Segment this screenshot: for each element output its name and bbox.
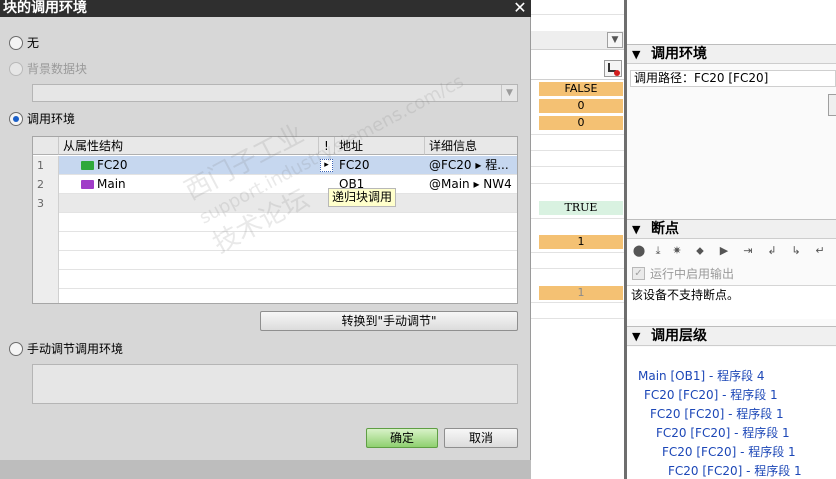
radio-background-db-label: 背景数据块 <box>27 62 88 76</box>
breakpoints-panel-title: 断点 <box>651 221 679 237</box>
step-out-icon[interactable]: ↳ <box>789 244 803 257</box>
breakpoint-run-icon[interactable]: ▶ <box>717 244 731 257</box>
chevron-down-icon[interactable]: ▼ <box>632 220 640 239</box>
table-row[interactable]: 1 FC20 ▸ FC20 @FC20 ▸ 程... <box>33 156 517 175</box>
table-row[interactable]: 3 <box>33 194 517 213</box>
row-number: 3 <box>33 194 59 213</box>
manual-call-env-field <box>32 364 518 404</box>
call-hierarchy-panel-header[interactable]: ▼ 调用层级 <box>627 326 836 346</box>
breakpoint-message: 该设备不支持断点。 <box>631 288 740 302</box>
radio-none-label: 无 <box>27 36 40 50</box>
table-row-empty <box>33 270 517 289</box>
row-name: Main <box>97 177 126 191</box>
convert-to-manual-button[interactable]: 转换到"手动调节" <box>260 311 518 331</box>
chevron-down-icon[interactable]: ▼ <box>632 45 640 64</box>
editor-tool-strip <box>531 58 625 80</box>
column-header-flag[interactable]: ! <box>319 137 335 155</box>
editor-toolbar: ▼ <box>531 31 625 50</box>
monitor-value: FALSE <box>539 82 623 96</box>
panel-edge-button[interactable] <box>828 94 836 116</box>
breakpoint-clear-icon[interactable]: ✷ <box>670 244 684 257</box>
row-number: 2 <box>33 175 59 194</box>
step-return-icon[interactable]: ↵ <box>813 244 827 257</box>
chevron-down-icon[interactable]: ▼ <box>632 327 640 346</box>
monitor-value: 0 <box>539 99 623 113</box>
radio-call-env-label: 调用环境 <box>27 112 76 126</box>
hierarchy-link[interactable]: FC20 [FC20] - 程序段 1 <box>668 464 802 478</box>
monitor-toggle-icon[interactable] <box>604 60 622 77</box>
row-detail: @FC20 ▸ 程... <box>429 158 509 172</box>
radio-manual[interactable] <box>9 342 23 356</box>
breakpoints-panel-header[interactable]: ▼ 断点 <box>627 219 836 239</box>
hierarchy-link[interactable]: Main [OB1] - 程序段 4 <box>638 369 765 383</box>
recursion-flag-icon[interactable]: ▸ <box>320 159 333 172</box>
row-name: FC20 <box>97 158 128 172</box>
close-icon[interactable]: ✕ <box>509 0 531 17</box>
dialog-footer <box>0 460 531 479</box>
breakpoint-set-icon[interactable]: ⬤ <box>632 244 646 257</box>
recursion-tooltip: 递归块调用 <box>328 188 397 207</box>
table-header-corner <box>33 137 59 155</box>
hierarchy-link[interactable]: FC20 [FC20] - 程序段 1 <box>650 407 784 421</box>
row-number: 1 <box>33 156 59 175</box>
background-db-select: ▼ <box>32 84 518 102</box>
radio-call-env[interactable] <box>9 112 23 126</box>
panel-top-area <box>627 0 836 44</box>
monitor-value: 0 <box>539 116 623 130</box>
hierarchy-link[interactable]: FC20 [FC20] - 程序段 1 <box>662 445 796 459</box>
monitor-value: 1 <box>539 286 623 300</box>
enable-output-label: 运行中启用输出 <box>650 267 735 281</box>
chevron-down-icon: ▼ <box>501 85 517 101</box>
call-env-panel-header[interactable]: ▼ 调用环境 <box>627 44 836 64</box>
table-row-empty <box>33 251 517 270</box>
breakpoint-toggle-icon[interactable]: ⬥ <box>693 244 707 257</box>
column-header-detail[interactable]: 详细信息 <box>425 137 517 155</box>
call-env-panel-title: 调用环境 <box>651 46 707 62</box>
table-row-empty <box>33 289 517 303</box>
chevron-down-icon[interactable]: ▼ <box>607 32 623 48</box>
hierarchy-link[interactable]: FC20 [FC20] - 程序段 1 <box>656 426 790 440</box>
table-row-empty <box>33 232 517 251</box>
enable-output-checkbox: ✓ <box>632 267 645 280</box>
cancel-button[interactable]: 取消 <box>444 428 518 448</box>
column-header-structure[interactable]: 从属性结构 <box>59 137 319 155</box>
step-over-icon[interactable]: ⇥ <box>741 244 755 257</box>
ok-button[interactable]: 确定 <box>366 428 438 448</box>
table-row[interactable]: 2 Main OB1 @Main ▸ NW4 <box>33 175 517 194</box>
table-row-empty <box>33 213 517 232</box>
row-address: FC20 <box>339 158 370 172</box>
dialog-title: 块的调用环境 <box>0 0 531 17</box>
radio-none[interactable] <box>9 36 23 50</box>
hierarchy-link[interactable]: FC20 [FC20] - 程序段 1 <box>644 388 778 402</box>
column-header-address[interactable]: 地址 <box>335 137 425 155</box>
call-hierarchy-panel-title: 调用层级 <box>651 328 707 344</box>
breakpoint-download-icon[interactable]: ⤓ <box>651 244 665 257</box>
fc-block-icon <box>81 161 94 170</box>
call-path-field: 调用路径：FC20 [FC20] <box>630 70 836 87</box>
call-structure-table: 从属性结构 ! 地址 详细信息 1 FC20 ▸ FC20 @FC20 ▸ 程.… <box>32 136 518 304</box>
monitor-value: 1 <box>539 235 623 249</box>
ob-block-icon <box>81 180 94 189</box>
radio-background-db <box>9 62 23 76</box>
monitor-value: TRUE <box>539 201 623 215</box>
row-detail: @Main ▸ NW4 <box>429 177 512 191</box>
radio-manual-label: 手动调节调用环境 <box>27 342 124 356</box>
step-into-icon[interactable]: ↲ <box>765 244 779 257</box>
call-environment-dialog: 块的调用环境 ✕ 无 背景数据块 ▼ 调用环境 从属性结构 ! 地址 详细信息 … <box>0 0 531 479</box>
